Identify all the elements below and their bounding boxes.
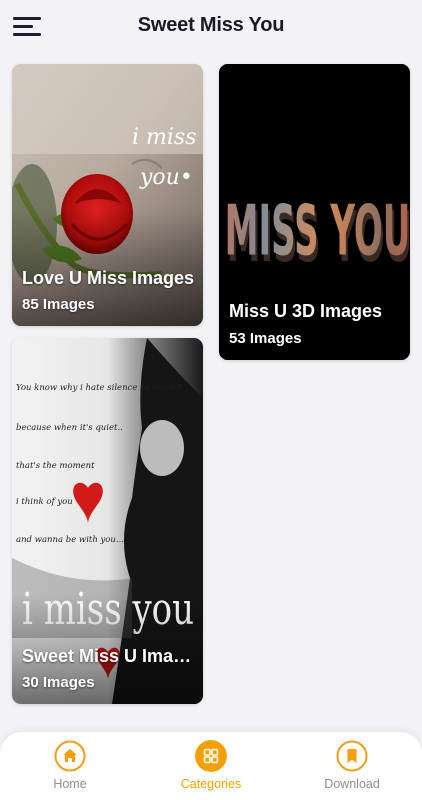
category-title: Miss U 3D Images [229,301,383,321]
quote-line: You know why i hate silence so much? [16,383,181,393]
page-title: Sweet Miss You [137,14,285,36]
quote-line: because when it's quiet.. [16,423,123,433]
nav-home[interactable]: Home [20,740,120,796]
quote-line: and wanna be with you... [16,535,124,545]
nav-download[interactable]: Download [302,740,402,796]
category-card-miss-u-3d[interactable]: I MISS YOU! I MISS YOU! Miss U 3D Images… [219,64,410,360]
bottom-navigation: Home Categories Download [0,732,422,800]
home-icon [54,740,86,772]
category-count: 30 Images [22,674,95,691]
category-count: 53 Images [229,330,302,347]
grid-icon [195,740,227,772]
art-text: I MISS YOU! [219,190,410,271]
nav-categories[interactable]: Categories [161,740,261,796]
art-text-line1: i miss [132,125,197,150]
nav-label: Categories [180,777,242,791]
nav-label: Home [53,777,87,791]
art-text-line2: you• [139,165,193,190]
app-header: Sweet Miss You [0,0,422,52]
quote-line: i think of you [16,497,73,507]
quote-line: that's the moment [16,461,95,471]
category-card-sweet-miss-u[interactable]: You know why i hate silence so much? bec… [12,338,203,704]
category-title: Sweet Miss U Imag... [22,646,195,666]
category-card-love-u-miss[interactable]: i miss you• Love U Miss Images 85 Images [12,64,203,326]
bookmark-icon [336,740,368,772]
nav-label: Download [324,777,380,791]
category-count: 85 Images [22,296,95,313]
category-title: Love U Miss Images [22,268,195,288]
